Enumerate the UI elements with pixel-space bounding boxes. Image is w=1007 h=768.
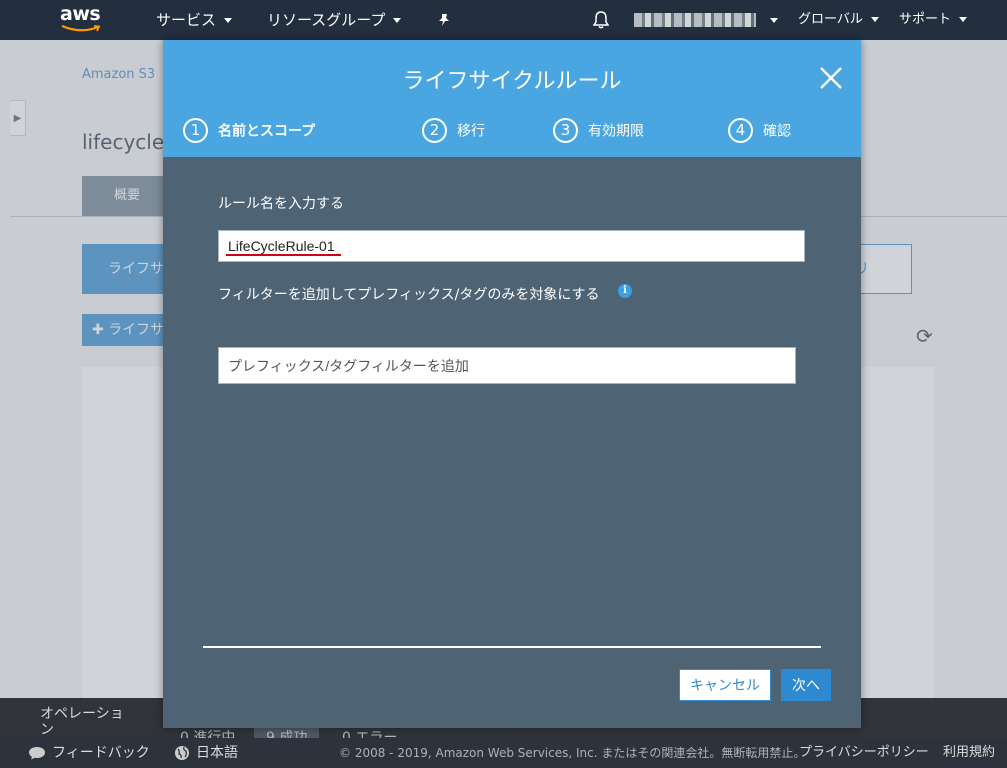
terms-link[interactable]: 利用規約 — [943, 738, 995, 768]
info-icon[interactable]: i — [618, 284, 632, 298]
rule-name-underline — [226, 254, 341, 256]
language-selector[interactable]: 日本語 — [174, 738, 238, 768]
step-expiration[interactable]: 3 有効期限 — [553, 118, 644, 144]
step-review[interactable]: 4 確認 — [728, 118, 791, 144]
operations-label[interactable]: オペレーション — [40, 706, 130, 738]
pin-icon — [439, 14, 449, 26]
support-label: サポート — [899, 12, 952, 27]
feedback-label: フィードバック — [52, 745, 150, 761]
privacy-policy-link[interactable]: プライバシーポリシー — [799, 738, 929, 768]
lifecycle-rule-modal: ライフサイクルルール 1 名前とスコープ 2 移行 3 有効期限 4 確認 ルール名を入… — [163, 40, 861, 728]
copyright-text: © 2008 - 2019, Amazon Web Services, Inc.… — [339, 746, 806, 760]
step-label: 確認 — [763, 123, 791, 140]
step-transition[interactable]: 2 移行 — [422, 118, 485, 144]
aws-smile-icon — [61, 25, 101, 32]
prefix-tag-filter-input[interactable] — [218, 347, 796, 384]
globe-icon — [175, 746, 189, 760]
footer: フィードバック 日本語 © 2008 - 2019, Amazon Web Se… — [0, 738, 1007, 768]
bell-icon — [592, 11, 610, 29]
pin-button[interactable] — [437, 0, 451, 40]
modal-title: ライフサイクルルール — [402, 69, 622, 94]
language-label: 日本語 — [196, 745, 238, 761]
step-label: 移行 — [457, 123, 485, 140]
step-name-and-scope[interactable]: 1 名前とスコープ — [183, 118, 315, 144]
rule-name-label: ルール名を入力する — [218, 196, 344, 212]
cancel-button[interactable]: キャンセル — [679, 669, 771, 701]
aws-logo-text: aws — [60, 3, 101, 25]
step-number: 2 — [422, 118, 447, 143]
chevron-down-icon — [959, 17, 968, 22]
chevron-down-icon — [224, 18, 233, 23]
close-icon[interactable] — [819, 66, 843, 90]
chevron-down-icon — [870, 17, 879, 22]
region-menu[interactable]: グローバル — [798, 0, 879, 40]
account-name-redacted[interactable] — [634, 13, 756, 27]
speech-bubble-icon — [29, 747, 45, 760]
feedback-link[interactable]: フィードバック — [28, 738, 150, 768]
chevron-down-icon — [393, 18, 402, 23]
account-menu-caret[interactable] — [762, 0, 778, 40]
step-label: 名前とスコープ — [218, 123, 316, 140]
resource-groups-menu[interactable]: リソースグループ — [267, 0, 402, 40]
top-nav: aws サービス リソースグループ グローバル サポート — [0, 0, 1007, 40]
region-label: グローバル — [798, 12, 863, 27]
aws-logo[interactable]: aws — [60, 4, 104, 36]
services-menu[interactable]: サービス — [156, 0, 233, 40]
support-menu[interactable]: サポート — [899, 0, 968, 40]
modal-divider — [203, 646, 821, 648]
services-label: サービス — [156, 11, 217, 29]
step-number: 4 — [728, 118, 753, 143]
rule-name-input[interactable] — [218, 230, 805, 262]
modal-header: ライフサイクルルール 1 名前とスコープ 2 移行 3 有効期限 4 確認 — [163, 40, 861, 157]
next-button[interactable]: 次へ — [781, 669, 831, 701]
step-label: 有効期限 — [588, 123, 644, 140]
filter-label: フィルターを追加してプレフィックス/タグのみを対象にする — [218, 287, 600, 303]
resource-groups-label: リソースグループ — [267, 11, 386, 29]
chevron-down-icon — [770, 18, 778, 23]
step-number: 1 — [183, 118, 208, 143]
step-number: 3 — [553, 118, 578, 143]
notifications-button[interactable] — [592, 0, 610, 40]
